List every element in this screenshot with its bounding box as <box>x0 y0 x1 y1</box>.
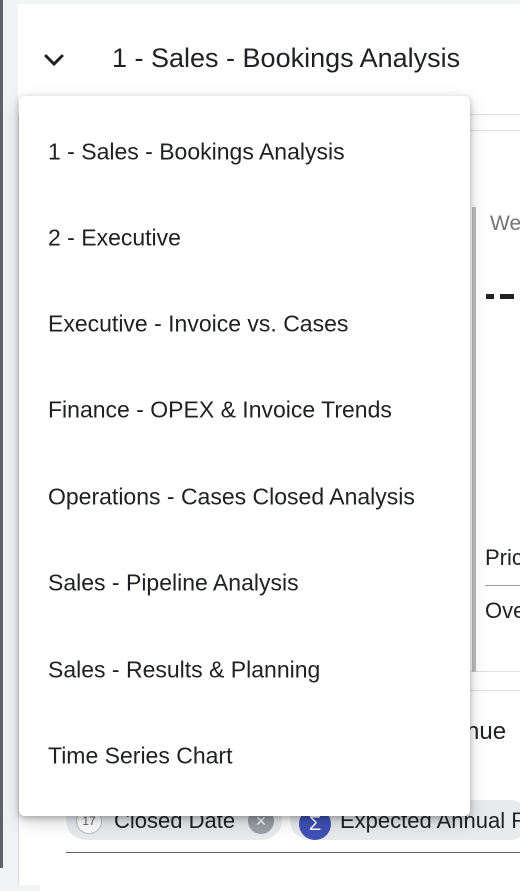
menu-item[interactable]: Operations - Cases Closed Analysis <box>19 455 470 541</box>
metric-placeholder-dash <box>500 294 514 299</box>
field-underline <box>66 852 520 853</box>
menu-item-label: Finance - OPEX & Invoice Trends <box>48 396 392 423</box>
menu-item-label: Sales - Pipeline Analysis <box>48 569 299 596</box>
chevron-down-icon[interactable] <box>42 48 66 72</box>
chart-title-fragment: nue <box>466 718 507 745</box>
menu-item[interactable]: Sales - Pipeline Analysis <box>19 541 470 627</box>
menu-item-label: 1 - Sales - Bookings Analysis <box>48 138 345 165</box>
table-divider <box>485 585 520 586</box>
metric-placeholder-dash <box>486 294 494 299</box>
menu-item[interactable]: 2 - Executive <box>19 196 470 282</box>
menu-item[interactable]: Time Series Chart <box>19 714 470 800</box>
menu-item[interactable]: Sales - Results & Planning <box>19 628 470 714</box>
panel-divider <box>472 207 476 672</box>
table-cell-fragment: Pric <box>485 545 520 570</box>
page-dropdown-menu: 1 - Sales - Bookings Analysis 2 - Execut… <box>19 96 470 816</box>
page-selector-title[interactable]: 1 - Sales - Bookings Analysis <box>112 40 460 76</box>
menu-item-label: Operations - Cases Closed Analysis <box>48 483 415 510</box>
menu-item-label: Sales - Results & Planning <box>48 656 321 683</box>
menu-item-label: 2 - Executive <box>48 224 181 251</box>
menu-item[interactable]: 1 - Sales - Bookings Analysis <box>19 110 470 196</box>
sidebar-edge <box>0 0 3 868</box>
menu-item[interactable]: Executive - Invoice vs. Cases <box>19 282 470 368</box>
table-cell-fragment: Ove <box>485 598 520 623</box>
menu-item-label: Time Series Chart <box>48 742 233 769</box>
menu-item[interactable]: Finance - OPEX & Invoice Trends <box>19 368 470 454</box>
menu-item-label: Executive - Invoice vs. Cases <box>48 310 349 337</box>
metric-label-fragment: We <box>490 212 520 235</box>
